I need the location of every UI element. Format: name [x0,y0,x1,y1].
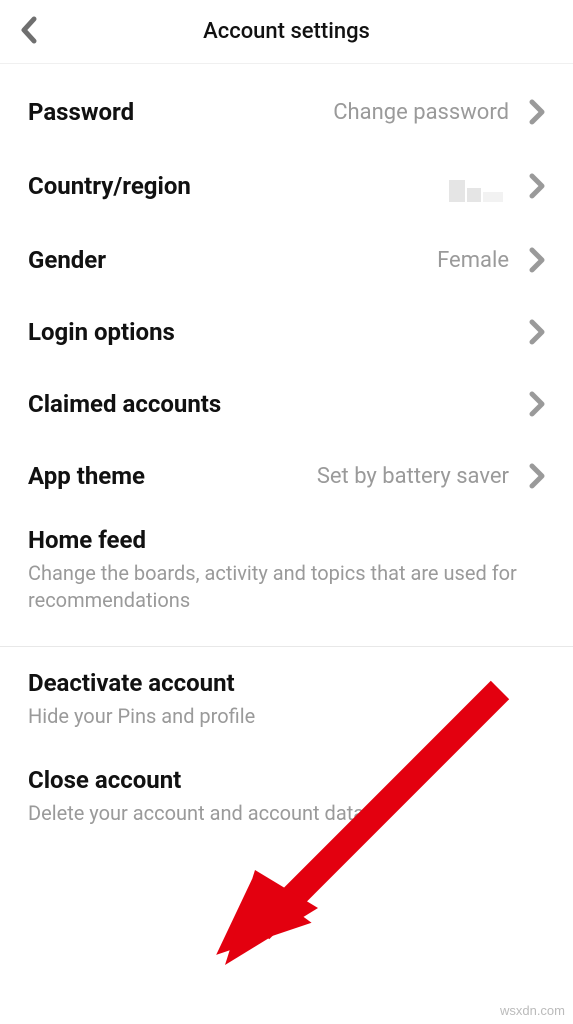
section-title: Close account [28,766,545,794]
settings-list: Password Change password Country/region … [0,64,573,845]
section-description: Change the boards, activity and topics t… [28,560,545,614]
section-title: Deactivate account [28,669,545,697]
row-home-feed[interactable]: Home feed Change the boards, activity an… [0,512,573,632]
chevron-right-icon [529,391,545,417]
row-value: Change password [333,100,509,125]
row-label: Password [28,98,134,126]
row-close-account[interactable]: Close account Delete your account and ac… [0,748,573,845]
row-claimed-accounts[interactable]: Claimed accounts [0,368,573,440]
chevron-right-icon [529,173,545,199]
chevron-right-icon [529,247,545,273]
row-value: Female [437,248,509,273]
row-label: Login options [28,318,175,346]
section-title: Home feed [28,526,545,554]
header: Account settings [0,0,573,64]
chevron-right-icon [529,99,545,125]
section-description: Hide your Pins and profile [28,703,545,730]
chevron-right-icon [529,319,545,345]
section-description: Delete your account and account data [28,800,545,827]
redacted-value [449,170,509,202]
row-gender[interactable]: Gender Female [0,224,573,296]
row-deactivate-account[interactable]: Deactivate account Hide your Pins and pr… [0,655,573,748]
watermark: wsxdn.com [500,1003,565,1018]
row-country-region[interactable]: Country/region [0,148,573,224]
back-button[interactable] [20,16,38,48]
row-password[interactable]: Password Change password [0,76,573,148]
row-label: Country/region [28,172,191,200]
row-login-options[interactable]: Login options [0,296,573,368]
row-label: Gender [28,246,106,274]
chevron-left-icon [20,16,38,44]
row-label: App theme [28,462,145,490]
row-label: Claimed accounts [28,390,221,418]
divider [0,646,573,647]
page-title: Account settings [16,19,557,44]
chevron-right-icon [529,463,545,489]
row-app-theme[interactable]: App theme Set by battery saver [0,440,573,512]
row-value: Set by battery saver [317,464,509,489]
